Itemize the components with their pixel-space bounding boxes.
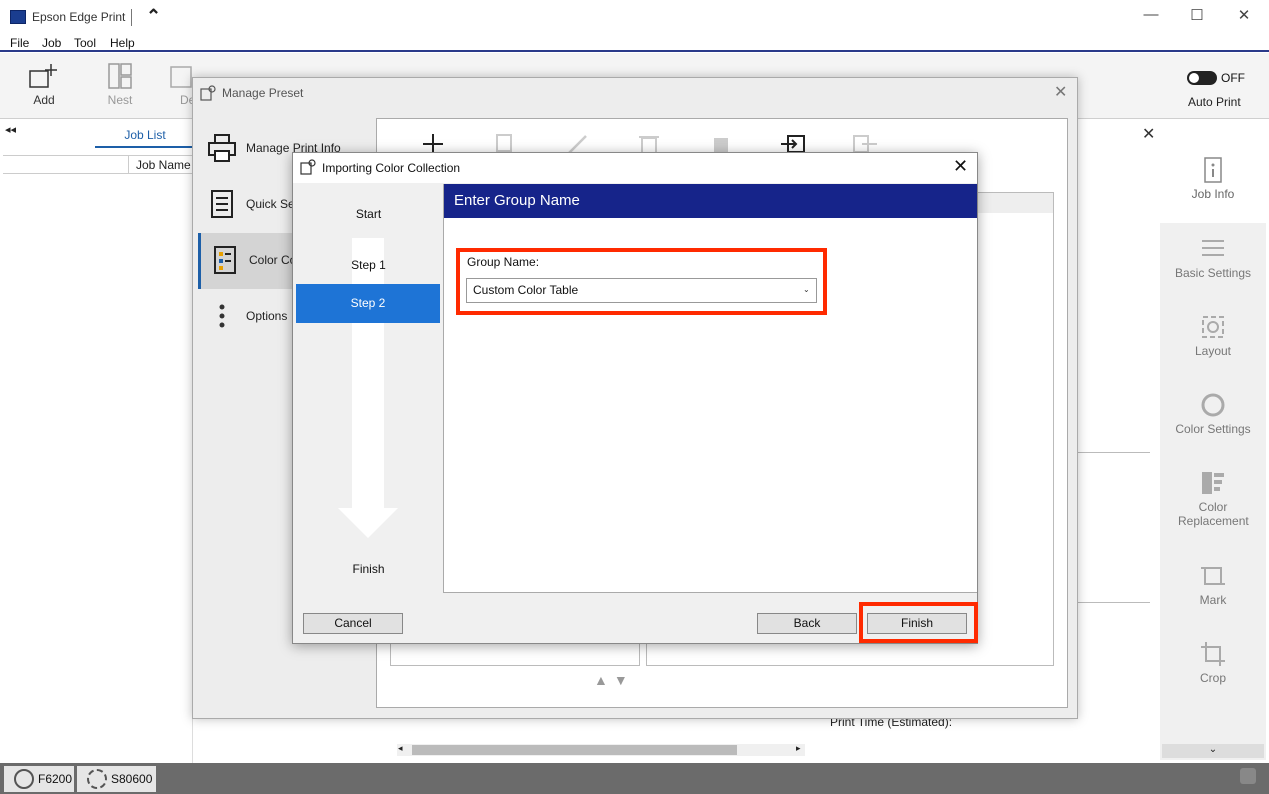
divider (1078, 602, 1150, 603)
delete-label: De (180, 93, 196, 107)
printer-icon (208, 134, 236, 162)
back-button[interactable]: Back (757, 613, 857, 634)
chevron-down-icon[interactable]: ⌄ (803, 285, 810, 294)
nav-label: Quick Se (246, 197, 295, 211)
step-start: Start (355, 207, 382, 221)
menu-tool[interactable]: Tool (74, 36, 96, 50)
scroll-left-icon[interactable]: ◂ (398, 743, 403, 754)
layout-label: Layout (1194, 344, 1232, 358)
close-panel-icon[interactable]: ✕ (1142, 124, 1155, 144)
printer-status-f6200[interactable]: F6200 (4, 766, 74, 792)
manage-preset-title: Manage Preset (222, 86, 304, 100)
close-preset-button[interactable]: ✕ (1054, 82, 1067, 102)
preset-gear-icon (200, 85, 216, 101)
color-settings-button[interactable]: Color Settings (1160, 392, 1266, 436)
printer-name: F6200 (38, 772, 73, 786)
close-dialog-button[interactable]: ✕ (953, 156, 968, 177)
basic-settings-label: Basic Settings (1174, 266, 1252, 280)
preview-area (369, 718, 809, 763)
nav-label: Options (246, 309, 288, 323)
menu-bar (0, 34, 1269, 52)
crop-button[interactable]: Crop (1160, 641, 1266, 685)
printer-name: S80600 (111, 772, 153, 786)
add-label: Add (33, 93, 55, 107)
maximize-button[interactable]: ☐ (1182, 6, 1212, 28)
menu-help[interactable]: Help (110, 36, 135, 50)
info-icon (1204, 157, 1222, 183)
app-title: Epson Edge Print (32, 10, 126, 24)
status-bar (0, 763, 1269, 794)
mark-label: Mark (1199, 593, 1227, 607)
crop-marks-icon (1201, 567, 1225, 585)
color-replacement-button[interactable]: Color Replacement (1160, 470, 1266, 528)
menu-file[interactable]: File (10, 36, 29, 50)
title-separator (131, 9, 132, 26)
color-settings-label: Color Settings (1175, 422, 1251, 436)
finish-button-highlight (859, 602, 978, 643)
layout-button[interactable]: Layout (1160, 314, 1266, 358)
check-circle-icon (14, 769, 34, 789)
mark-button[interactable]: Mark (1160, 563, 1266, 607)
more-vertical-icon (219, 304, 225, 328)
auto-print-state: OFF (1221, 71, 1245, 85)
tab-underline (95, 146, 195, 148)
quick-settings-icon (211, 190, 233, 218)
cancel-button[interactable]: Cancel (303, 613, 403, 634)
collapse-ribbon-icon[interactable]: ⌃ (146, 6, 161, 27)
ring-icon (1201, 393, 1225, 417)
nest-button[interactable]: Nest (90, 63, 150, 107)
job-list-pane (0, 119, 193, 763)
collapse-pane-icon[interactable]: ◂◂ (5, 123, 16, 136)
printer-status-s80600[interactable]: S80600 (77, 766, 156, 792)
crop-label: Crop (1199, 671, 1226, 685)
add-button[interactable]: Add (14, 63, 74, 107)
printer-settings-icon[interactable] (1240, 768, 1256, 784)
group-name-dropdown[interactable]: Custom Color Table (466, 278, 817, 303)
menu-job[interactable]: Job (42, 36, 61, 50)
nest-icon (108, 63, 132, 89)
nest-label: Nest (107, 93, 133, 107)
minimize-button[interactable]: — (1136, 6, 1166, 28)
scroll-right-icon[interactable]: ▸ (796, 743, 801, 754)
title-bar (0, 0, 1269, 34)
column-job-name[interactable]: Job Name (136, 158, 191, 172)
job-info-button[interactable]: Job Info (1160, 157, 1266, 201)
nav-label: Color Co (249, 253, 297, 267)
reorder-arrows-icon[interactable]: ▲▼ (594, 672, 634, 688)
scrollbar-thumb[interactable] (412, 745, 737, 755)
preset-gear-icon (300, 159, 316, 175)
busy-circle-icon (87, 769, 107, 789)
layout-icon (1202, 316, 1224, 338)
wizard-content-panel (443, 184, 977, 593)
column-divider[interactable] (128, 155, 129, 174)
step-finish: Finish (352, 562, 385, 576)
tab-job-list[interactable]: Job List (95, 128, 195, 142)
auto-print-label: Auto Print (1188, 95, 1241, 109)
auto-print-toggle[interactable] (1187, 71, 1217, 85)
dialog-title: Importing Color Collection (322, 161, 461, 175)
color-collection-icon (214, 246, 236, 274)
group-name-label: Group Name: (467, 255, 540, 269)
progress-arrow (352, 238, 384, 508)
palette-icon (1202, 472, 1224, 494)
panel-scroll-down-icon[interactable]: ⌄ (1162, 744, 1264, 758)
crop-icon (1201, 642, 1225, 666)
color-replacement-label: Color Replacement (1178, 500, 1249, 528)
step-1: Step 1 (351, 258, 386, 272)
close-window-button[interactable]: ✕ (1229, 6, 1259, 28)
step-header: Enter Group Name (444, 184, 977, 218)
divider (1078, 452, 1150, 453)
app-logo-icon (10, 10, 26, 24)
list-icon (1202, 240, 1224, 256)
basic-settings-button[interactable]: Basic Settings (1160, 236, 1266, 280)
add-icon (29, 64, 57, 88)
step-2-active: Step 2 (296, 284, 440, 323)
progress-arrow-head (338, 508, 398, 538)
job-info-label: Job Info (1191, 187, 1235, 201)
